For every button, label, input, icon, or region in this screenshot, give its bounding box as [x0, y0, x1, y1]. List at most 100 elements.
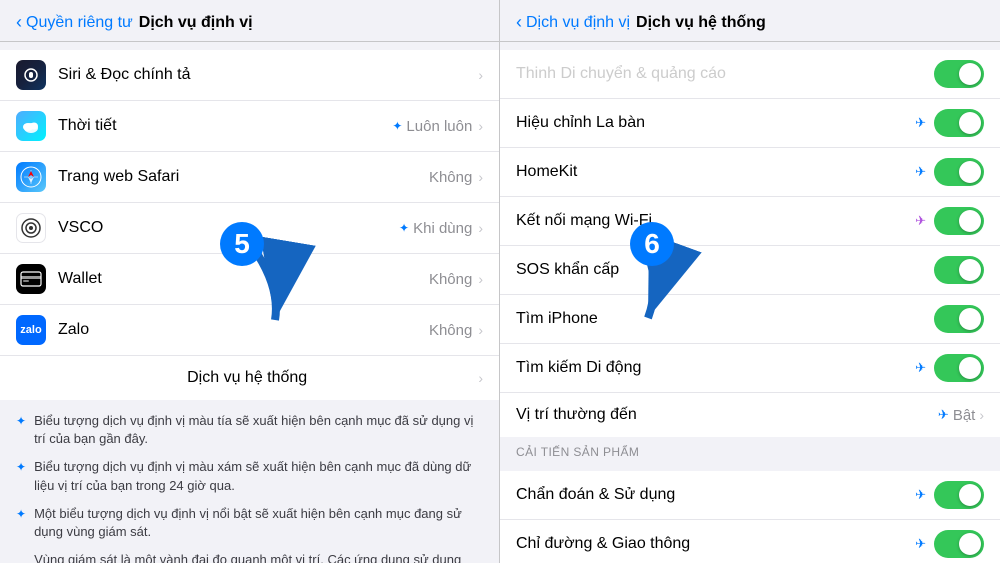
right-value-7: Bật: [953, 407, 976, 424]
right-label-4: SOS khẩn cấp: [516, 261, 934, 279]
right-loc-b1: ✈: [915, 536, 926, 552]
right-header: ‹ Dịch vụ định vị Dịch vụ hệ thống: [500, 0, 1000, 42]
note-3-text: Một biểu tượng dịch vụ định vị nổi bật s…: [34, 505, 483, 541]
right-item-2[interactable]: HomeKit ✈: [500, 148, 1000, 197]
weather-icon: [16, 111, 46, 141]
right-toggle-3[interactable]: [934, 207, 984, 235]
right-back-label: Dịch vụ định vị: [526, 14, 630, 32]
loc-arrow-2: ✈: [915, 164, 926, 180]
vsco-icon: [16, 213, 46, 243]
note-3: ✦ Một biểu tượng dịch vụ định vị nổi bật…: [16, 505, 483, 541]
right-loc-1: ✈: [915, 115, 926, 131]
right-label-7: Vị trí thường đến: [516, 406, 938, 424]
right-loc-2: ✈: [915, 164, 926, 180]
left-back-button[interactable]: ‹ Quyền riêng tư: [16, 12, 133, 33]
wallet-icon: [16, 264, 46, 294]
right-label-b0: Chẩn đoán & Sử dụng: [516, 486, 915, 504]
weather-chevron-icon: ›: [478, 118, 483, 134]
right-item-1[interactable]: Hiệu chỉnh La bàn ✈: [500, 99, 1000, 148]
vsco-loc-icon: ✦: [399, 221, 409, 235]
zalo-label: Zalo: [58, 321, 429, 339]
right-label-5: Tìm iPhone: [516, 310, 934, 328]
right-loc-b0: ✈: [915, 487, 926, 503]
note-2-text: Biểu tượng dịch vụ định vị màu xám sẽ xu…: [34, 458, 483, 494]
loc-arrow-7: ✈: [938, 407, 949, 423]
right-toggle-5[interactable]: [934, 305, 984, 333]
right-label-1: Hiệu chỉnh La bàn: [516, 114, 915, 132]
note-1: ✦ Biểu tượng dịch vụ định vị màu tía sẽ …: [16, 412, 483, 448]
right-loc-7: ✈: [938, 407, 949, 423]
list-item-weather[interactable]: Thời tiết ✦ Luôn luôn ›: [0, 101, 499, 152]
left-header-title: Dịch vụ định vị: [139, 14, 253, 32]
siri-label: Siri & Đọc chính tả: [58, 66, 478, 84]
right-toggle-1[interactable]: [934, 109, 984, 137]
weather-value: ✦ Luôn luôn: [392, 118, 472, 135]
note-4-text: Vùng giám sát là một vành đai đo quanh m…: [34, 551, 483, 563]
list-item-siri[interactable]: Siri & Đọc chính tả ›: [0, 50, 499, 101]
right-loc-6: ✈: [915, 360, 926, 376]
right-item-0[interactable]: Thinh Di chuyển & quảng cáo: [500, 50, 1000, 99]
safari-value: Không: [429, 169, 472, 186]
right-toggle-b0[interactable]: [934, 481, 984, 509]
siri-chevron-icon: ›: [478, 67, 483, 83]
right-toggle-b1[interactable]: [934, 530, 984, 558]
right-toggle-0[interactable]: [934, 60, 984, 88]
right-label-0: Thinh Di chuyển & quảng cáo: [516, 65, 934, 83]
wallet-value: Không: [429, 271, 472, 288]
right-item-4[interactable]: SOS khẩn cấp: [500, 246, 1000, 295]
note-3-icon: ✦: [16, 507, 26, 521]
loc-arrow-6: ✈: [915, 360, 926, 376]
notes-section: ✦ Biểu tượng dịch vụ định vị màu tía sẽ …: [0, 400, 499, 563]
right-item-5[interactable]: Tìm iPhone: [500, 295, 1000, 344]
right-top-list: Thinh Di chuyển & quảng cáo Hiệu chỉnh L…: [500, 50, 1000, 437]
right-toggle-2[interactable]: [934, 158, 984, 186]
note-4: ✦ Vùng giám sát là một vành đai đo quanh…: [16, 551, 483, 563]
vsco-chevron-icon: ›: [478, 220, 483, 236]
right-label-2: HomeKit: [516, 163, 915, 181]
right-panel: ‹ Dịch vụ định vị Dịch vụ hệ thống Thinh…: [500, 0, 1000, 563]
system-label: Dịch vụ hệ thống: [16, 369, 478, 387]
loc-arrow-b0: ✈: [915, 487, 926, 503]
zalo-chevron-icon: ›: [478, 322, 483, 338]
loc-arrow-b1: ✈: [915, 536, 926, 552]
badge-5: 5: [220, 222, 264, 266]
left-header: ‹ Quyền riêng tư Dịch vụ định vị: [0, 0, 499, 42]
safari-icon: [16, 162, 46, 192]
right-label-b1: Chỉ đường & Giao thông: [516, 535, 915, 553]
note-1-text: Biểu tượng dịch vụ định vị màu tía sẽ xu…: [34, 412, 483, 448]
right-item-b1[interactable]: Chỉ đường & Giao thông ✈: [500, 520, 1000, 563]
weather-label: Thời tiết: [58, 117, 392, 135]
right-back-chevron-icon: ‹: [516, 12, 522, 33]
list-item-zalo[interactable]: zalo Zalo Không ›: [0, 305, 499, 356]
note-1-icon: ✦: [16, 414, 26, 428]
system-chevron-icon: ›: [478, 370, 483, 386]
wallet-label: Wallet: [58, 270, 429, 288]
right-item-b0[interactable]: Chẩn đoán & Sử dụng ✈: [500, 471, 1000, 520]
right-back-button[interactable]: ‹ Dịch vụ định vị: [516, 12, 630, 33]
right-label-3: Kết nối mạng Wi-Fi: [516, 212, 915, 230]
right-header-title: Dịch vụ hệ thống: [636, 14, 766, 32]
right-item-6[interactable]: Tìm kiếm Di động ✈: [500, 344, 1000, 393]
safari-chevron-icon: ›: [478, 169, 483, 185]
right-loc-3: ✈: [915, 213, 926, 229]
left-back-chevron-icon: ‹: [16, 12, 22, 33]
left-panel: ‹ Quyền riêng tư Dịch vụ định vị Siri & …: [0, 0, 500, 563]
loc-arrow-1: ✈: [915, 115, 926, 131]
loc-arrow-3: ✈: [915, 213, 926, 229]
right-chevron-7: ›: [979, 407, 984, 423]
note-2: ✦ Biểu tượng dịch vụ định vị màu xám sẽ …: [16, 458, 483, 494]
right-section-header: CẢI TIẾN SẢN PHẨM: [500, 437, 1000, 463]
right-bottom-list: Chẩn đoán & Sử dụng ✈ Chỉ đường & Giao t…: [500, 471, 1000, 563]
right-item-3[interactable]: Kết nối mạng Wi-Fi ✈: [500, 197, 1000, 246]
left-back-label: Quyền riêng tư: [26, 14, 133, 32]
zalo-value: Không: [429, 322, 472, 339]
list-item-safari[interactable]: Trang web Safari Không ›: [0, 152, 499, 203]
right-item-7[interactable]: Vị trí thường đến ✈ Bật ›: [500, 393, 1000, 437]
vsco-value: ✦ Khi dùng: [399, 220, 472, 237]
badge-6: 6: [630, 222, 674, 266]
siri-icon: [16, 60, 46, 90]
right-toggle-4[interactable]: [934, 256, 984, 284]
list-item-system[interactable]: Dịch vụ hệ thống ›: [0, 356, 499, 400]
note-2-icon: ✦: [16, 460, 26, 474]
right-toggle-6[interactable]: [934, 354, 984, 382]
